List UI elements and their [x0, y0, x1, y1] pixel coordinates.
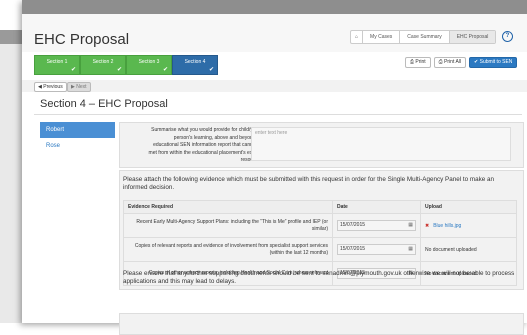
person-item-rose[interactable]: Rose: [40, 138, 115, 154]
column-header-upload: Upload: [420, 200, 517, 214]
next-label: Next: [76, 84, 87, 90]
previous-label: Previous: [43, 84, 63, 90]
check-icon: ✔: [208, 67, 214, 73]
page-title: EHC Proposal: [34, 31, 130, 48]
question-placeholder: enter text here: [255, 130, 288, 136]
main-window: EHC Proposal ⌂ My Cases Case Summary EHC…: [22, 0, 527, 335]
breadcrumb-ehc-proposal: EHC Proposal: [449, 31, 496, 43]
date-input[interactable]: 15/07/2015 ▦: [337, 220, 416, 231]
table-header-row: Evidence Required Date Upload: [123, 200, 517, 214]
upload-cell[interactable]: No document uploaded: [420, 237, 517, 262]
date-value: 15/07/2015: [340, 222, 366, 228]
question-panel: Summarise what you would provide for chi…: [119, 122, 524, 168]
section-4-tab[interactable]: Section 4 ✔: [172, 55, 218, 75]
date-cell: 15/07/2015 ▦: [332, 237, 421, 262]
evidence-requirement: Copies of relevant reports and evidence …: [123, 237, 333, 262]
date-cell: 15/07/2015 ▦: [332, 213, 421, 238]
calendar-icon[interactable]: ▦: [408, 245, 413, 254]
question-textarea[interactable]: enter text here: [251, 127, 511, 161]
next-panel: [119, 313, 524, 335]
print-label: Print: [415, 59, 426, 65]
calendar-icon[interactable]: ▦: [408, 221, 413, 230]
table-row: Recent Early Multi-Agency Support Plans:…: [123, 213, 517, 238]
section-nav-bar: ◀ Previous ▶ Next: [22, 80, 527, 92]
evidence-requirement: Recent Early Multi-Agency Support Plans:…: [123, 213, 333, 238]
breadcrumb-home[interactable]: ⌂: [351, 31, 364, 43]
help-icon[interactable]: ?: [502, 31, 513, 42]
evidence-panel: Please attach the following evidence whi…: [119, 170, 524, 290]
submit-label: Submit to SEN: [479, 59, 513, 65]
breadcrumb: ⌂ My Cases Case Summary EHC Proposal: [350, 30, 497, 44]
print-all-label: Print All: [444, 59, 462, 65]
check-icon: ✔: [162, 67, 168, 73]
divider: [34, 114, 522, 115]
section-1-tab[interactable]: Section 1 ✔: [34, 55, 80, 75]
uploaded-file-link[interactable]: Blue hills.jpg: [433, 223, 461, 229]
next-button[interactable]: ▶ Next: [67, 82, 91, 92]
previous-button[interactable]: ◀ Previous: [34, 82, 67, 92]
question-label: Summarise what you would provide for chi…: [148, 127, 264, 163]
person-list: Robert Rose: [40, 122, 115, 154]
section-4-label: Section 4: [184, 59, 206, 65]
table-row: Copies of relevant reports and evidence …: [123, 237, 517, 262]
delete-icon[interactable]: ✖: [425, 223, 429, 229]
column-header-date: Date: [332, 200, 421, 214]
print-button[interactable]: ⎙ Print: [405, 57, 431, 68]
section-3-label: Section 3: [138, 59, 160, 65]
evidence-intro: Please attach the following evidence whi…: [123, 176, 495, 191]
breadcrumb-my-cases[interactable]: My Cases: [363, 31, 401, 43]
print-all-button[interactable]: ⎙ Print All: [433, 57, 467, 68]
check-icon: ✔: [70, 67, 76, 73]
evidence-footer-note: Please ensure that any further supportin…: [123, 270, 515, 285]
date-value: 15/07/2015: [340, 246, 366, 252]
check-icon: ✔: [116, 67, 122, 73]
window-titlebar: [22, 0, 527, 14]
breadcrumb-case-summary[interactable]: Case Summary: [400, 31, 450, 43]
section-heading: Section 4 – EHC Proposal: [40, 98, 168, 110]
section-2-tab[interactable]: Section 2 ✔: [80, 55, 126, 75]
section-3-tab[interactable]: Section 3 ✔: [126, 55, 172, 75]
submit-to-sen-button[interactable]: ✔ Submit to SEN: [469, 57, 518, 68]
date-input[interactable]: 15/07/2015 ▦: [337, 244, 416, 255]
person-item-robert[interactable]: Robert: [40, 122, 115, 138]
home-icon: ⌂: [355, 34, 359, 40]
page-actions: ⎙ Print ⎙ Print All ✔ Submit to SEN: [405, 57, 518, 68]
upload-cell: ✖ Blue hills.jpg: [420, 213, 517, 238]
section-1-label: Section 1: [46, 59, 68, 65]
column-header-evidence: Evidence Required: [123, 200, 333, 214]
section-2-label: Section 2: [92, 59, 114, 65]
